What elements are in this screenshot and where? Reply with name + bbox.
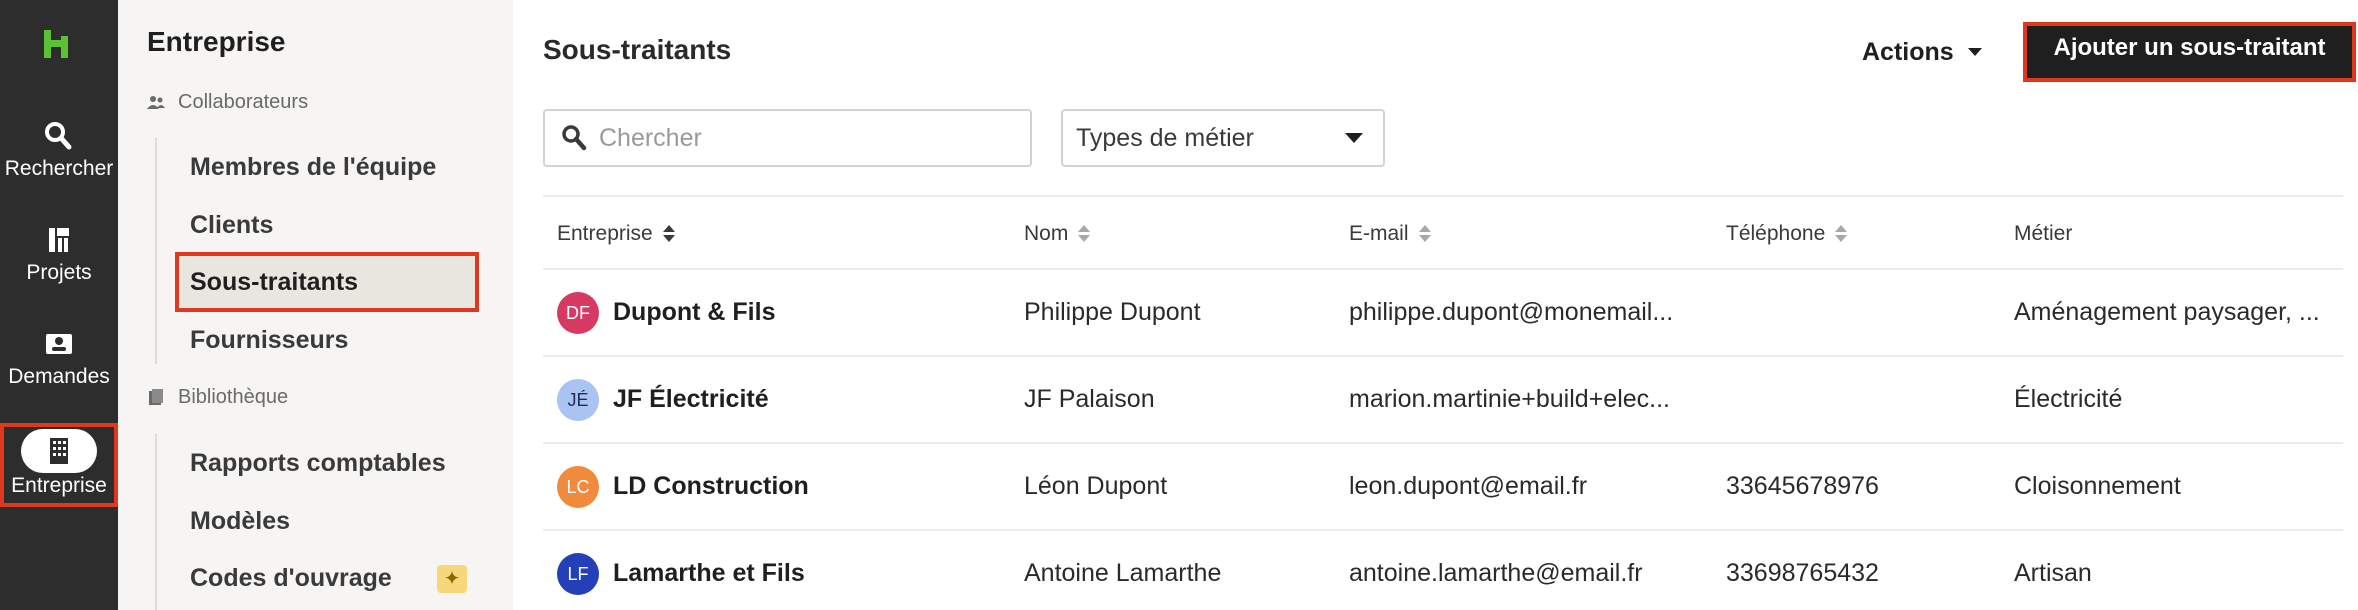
company-cell: JÉ JF Électricité	[557, 357, 997, 442]
sidebar: Entreprise Collaborateurs Membres de l'é…	[118, 0, 513, 610]
name-cell: JF Palaison	[1024, 385, 1155, 413]
phone-cell	[1726, 270, 1986, 355]
nav-rail: Rechercher Projets Demandes Entreprise	[0, 0, 118, 610]
rail-item-requests[interactable]: Demandes	[0, 326, 118, 390]
column-label: E-mail	[1349, 222, 1409, 245]
search-icon	[562, 125, 587, 151]
name-cell: Philippe Dupont	[1024, 298, 1201, 326]
library-icon	[149, 388, 163, 405]
company-cell: LF Lamarthe et Fils	[557, 531, 997, 610]
search-input[interactable]	[599, 123, 1019, 153]
rail-item-projects[interactable]: Projets	[0, 222, 118, 286]
tree-line	[155, 138, 157, 364]
requests-icon	[46, 334, 72, 354]
people-icon	[147, 95, 165, 109]
name-cell: Antoine Lamarthe	[1024, 559, 1222, 587]
column-header-trade: Métier	[2014, 197, 2072, 270]
column-header-company[interactable]: Entreprise	[557, 197, 675, 270]
trade-type-select[interactable]: Types de métier	[1061, 109, 1385, 167]
main-content: Sous-traitants Actions Ajouter un sous-t…	[513, 0, 2358, 610]
sort-icon	[662, 225, 675, 242]
column-label: Nom	[1024, 222, 1069, 245]
brand-logo-icon[interactable]	[40, 28, 72, 60]
rail-item-label: Projets	[26, 261, 92, 284]
column-header-email[interactable]: E-mail	[1349, 197, 1431, 270]
sparkle-icon: ✦	[437, 565, 467, 593]
trade-cell: Aménagement paysager, ...	[2014, 298, 2320, 326]
phone-cell: 33645678976	[1726, 472, 1879, 500]
trade-cell: Artisan	[2014, 559, 2092, 587]
sort-icon	[1835, 225, 1848, 242]
rail-item-label: Demandes	[8, 365, 110, 388]
sort-icon	[1418, 225, 1431, 242]
rail-item-company[interactable]: Entreprise	[0, 423, 118, 507]
column-label: Entreprise	[557, 222, 653, 245]
sidebar-item-team-members[interactable]: Membres de l'équipe	[175, 138, 479, 196]
table-row[interactable]: JÉ JF Électricité JF Palaison marion.mar…	[543, 357, 2343, 444]
sidebar-group-label: Collaborateurs	[178, 91, 309, 113]
search-box[interactable]	[543, 109, 1032, 167]
sidebar-group-collaborators[interactable]: Collaborateurs	[146, 91, 308, 114]
trade-cell: Cloisonnement	[2014, 472, 2181, 500]
column-header-name[interactable]: Nom	[1024, 197, 1091, 270]
company-name: Dupont & Fils	[613, 298, 776, 326]
sidebar-group-label: Bibliothèque	[178, 386, 289, 408]
sidebar-item-templates[interactable]: Modèles	[175, 492, 479, 550]
sidebar-item-label: Codes d'ouvrage	[190, 564, 392, 592]
building-icon	[50, 438, 68, 464]
column-label: Téléphone	[1726, 222, 1826, 245]
sort-icon	[1078, 225, 1091, 242]
sidebar-item-suppliers[interactable]: Fournisseurs	[175, 311, 479, 369]
tree-line	[155, 434, 157, 610]
table-row[interactable]: LC LD Construction Léon Dupont leon.dupo…	[543, 444, 2343, 531]
sidebar-item-work-codes[interactable]: Codes d'ouvrage ✦	[175, 549, 479, 607]
avatar: DF	[557, 291, 599, 334]
rail-item-search[interactable]: Rechercher	[0, 118, 118, 182]
phone-cell: 33698765432	[1726, 559, 1879, 587]
email-cell: leon.dupont@email.fr	[1349, 472, 1588, 500]
table-header: Entreprise Nom E-mail Téléphone Métier	[543, 195, 2343, 270]
avatar: LF	[557, 552, 599, 595]
sidebar-item-clients[interactable]: Clients	[175, 196, 479, 254]
company-name: LD Construction	[613, 472, 809, 500]
table-row[interactable]: LF Lamarthe et Fils Antoine Lamarthe ant…	[543, 531, 2343, 610]
sidebar-item-subcontractors[interactable]: Sous-traitants	[175, 252, 479, 312]
email-cell: philippe.dupont@monemail...	[1349, 298, 1674, 326]
subcontractors-table: Entreprise Nom E-mail Téléphone Métier D…	[543, 195, 2343, 610]
trade-type-label: Types de métier	[1076, 123, 1254, 152]
company-cell: DF Dupont & Fils	[557, 270, 997, 355]
search-icon	[45, 122, 72, 150]
table-row[interactable]: DF Dupont & Fils Philippe Dupont philipp…	[543, 270, 2343, 357]
avatar: LC	[557, 465, 599, 508]
actions-label: Actions	[1862, 37, 1954, 66]
column-header-phone[interactable]: Téléphone	[1726, 197, 1848, 270]
avatar: JÉ	[557, 378, 599, 421]
add-subcontractor-button[interactable]: Ajouter un sous-traitant	[2023, 22, 2356, 82]
email-cell: marion.martinie+build+elec...	[1349, 385, 1670, 413]
company-name: Lamarthe et Fils	[613, 559, 805, 587]
phone-cell	[1726, 357, 1986, 442]
rail-item-label: Rechercher	[4, 157, 114, 180]
column-label: Métier	[2014, 222, 2073, 245]
trade-cell: Électricité	[2014, 385, 2123, 413]
actions-dropdown[interactable]: Actions	[1848, 30, 1996, 74]
company-name: JF Électricité	[613, 385, 769, 413]
page-title: Sous-traitants	[543, 34, 732, 65]
chevron-down-icon	[1345, 133, 1363, 143]
chevron-down-icon	[1967, 48, 1982, 56]
sidebar-item-accounting-reports[interactable]: Rapports comptables	[175, 434, 479, 492]
company-cell: LC LD Construction	[557, 444, 997, 529]
name-cell: Léon Dupont	[1024, 472, 1168, 500]
active-pill	[21, 429, 97, 473]
sidebar-group-library[interactable]: Bibliothèque	[146, 386, 288, 409]
projects-icon	[49, 228, 69, 252]
sidebar-title: Entreprise	[147, 26, 286, 57]
rail-item-label: Entreprise	[11, 474, 107, 497]
email-cell: antoine.lamarthe@email.fr	[1349, 559, 1643, 587]
